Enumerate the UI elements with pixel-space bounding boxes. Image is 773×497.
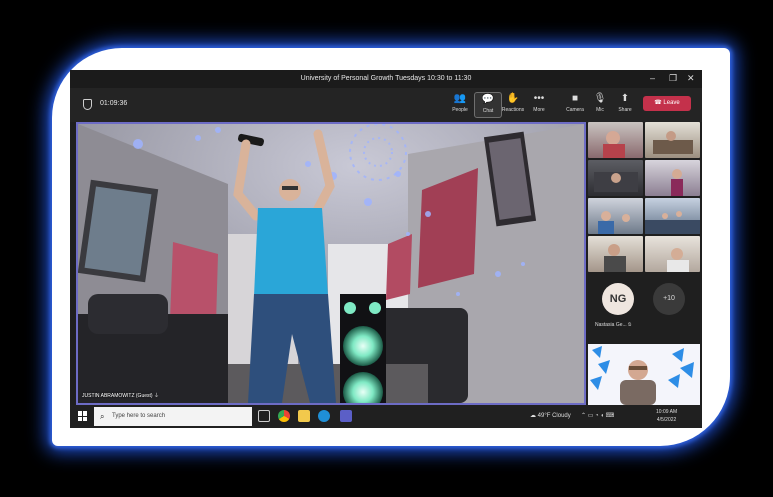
mic-muted-icon: ⍉ [628, 322, 632, 328]
reactions-icon: ✋ [506, 93, 520, 104]
participant-avatar[interactable]: NG [602, 283, 634, 315]
more-icon: ••• [533, 93, 545, 104]
share-icon: ⬆ [620, 93, 630, 104]
participant-tile[interactable] [645, 198, 700, 234]
edge-icon[interactable] [318, 410, 330, 422]
mic-label: Mic [596, 107, 604, 113]
cloud-icon: ☁ [530, 413, 538, 419]
volume-icon[interactable]: ◖ [600, 413, 604, 419]
mic-icon: ⏚ [153, 393, 159, 399]
clock-date: 4/5/2022 [656, 417, 677, 423]
more-participants-button[interactable]: +10 [653, 283, 685, 315]
participant-video [598, 211, 630, 234]
share-label: Share [618, 107, 632, 113]
shield-icon [83, 99, 92, 110]
participant-video [653, 131, 693, 154]
chat-icon: 💬 [481, 94, 495, 105]
people-icon: 👥 [453, 93, 467, 104]
meeting-toolbar: 01:09:36 👥 People 💬 Chat ✋ Reactions •••… [70, 88, 702, 122]
participant-tile[interactable] [645, 160, 700, 196]
participant-video [594, 172, 638, 192]
meeting-timer: 01:09:36 [100, 100, 128, 107]
stage: University of Personal Growth Tuesdays 1… [0, 0, 773, 497]
participant-tile[interactable] [588, 198, 643, 234]
participant-name: Nastasia Ge... ⍉ [595, 322, 631, 328]
participant-tile[interactable] [645, 236, 700, 272]
chevron-up-icon[interactable]: ⌃ [581, 413, 586, 419]
camera-button[interactable]: ■ Camera [561, 92, 589, 118]
camera-icon: ■ [571, 93, 579, 104]
speaker-name: JUSTIN ABRAMOWITZ (Guest) [82, 393, 153, 399]
people-button[interactable]: 👥 People [446, 92, 474, 118]
reactions-button[interactable]: ✋ Reactions [499, 92, 527, 118]
participant-tile[interactable] [588, 236, 643, 272]
camera-label: Camera [566, 107, 584, 113]
self-view-video[interactable] [588, 344, 700, 405]
participant-video [603, 131, 625, 158]
search-placeholder: Type here to search [112, 413, 166, 419]
teams-icon[interactable] [340, 410, 352, 422]
participant-gallery: NG Nastasia Ge... ⍉ +10 [587, 122, 702, 405]
participant-tile[interactable] [588, 122, 643, 158]
people-label: People [452, 107, 468, 113]
participant-tile[interactable] [645, 122, 700, 158]
windows-taskbar: ⌕ Type here to search ☁ 49°F Cloudy ⌃ ▭ … [70, 405, 702, 428]
task-view-icon[interactable] [258, 410, 270, 422]
participant-video [645, 211, 700, 234]
maximize-icon[interactable]: ❐ [669, 73, 677, 84]
mic-off-icon: 🎙 [593, 93, 607, 104]
participant-name-text: Nastasia Ge... [595, 322, 627, 328]
taskbar-clock[interactable]: 10:09 AM 4/5/2022 [656, 408, 677, 424]
reactions-label: Reactions [501, 107, 525, 113]
leave-label: Leave [663, 100, 680, 106]
chat-button[interactable]: 💬 Chat [474, 92, 502, 118]
clock-time: 10:09 AM [656, 409, 678, 415]
close-icon[interactable]: ✕ [687, 73, 695, 84]
speaker-video-feed [78, 124, 584, 403]
keyboard-icon[interactable]: ⌨ [606, 413, 615, 419]
leave-button[interactable]: ☎ Leave [643, 96, 691, 111]
wifi-icon[interactable]: ◔ [595, 413, 599, 419]
file-explorer-icon[interactable] [298, 410, 310, 422]
self-view-feed [588, 344, 700, 405]
chat-label: Chat [482, 108, 494, 114]
system-tray: ⌃ ▭ ◔ ◖ ⌨ [581, 412, 614, 419]
more-button[interactable]: ••• More [525, 92, 553, 118]
participant-tile[interactable] [588, 160, 643, 196]
minimize-icon[interactable]: – [650, 73, 655, 83]
teams-meeting-window: University of Personal Growth Tuesdays 1… [70, 70, 702, 428]
speaker-name-label: JUSTIN ABRAMOWITZ (Guest) ⏚ [82, 392, 159, 399]
share-button[interactable]: ⬆ Share [611, 92, 639, 118]
participant-video [667, 248, 689, 272]
taskbar-search-box[interactable]: ⌕ Type here to search [94, 407, 252, 426]
participant-video [604, 244, 626, 272]
network-icon[interactable]: ▭ [588, 413, 594, 419]
title-bar: University of Personal Growth Tuesdays 1… [70, 70, 702, 88]
weather-widget[interactable]: ☁ 49°F Cloudy [530, 412, 571, 419]
active-speaker-video[interactable]: JUSTIN ABRAMOWITZ (Guest) ⏚ [76, 122, 586, 405]
chrome-icon[interactable] [278, 410, 290, 422]
mic-button[interactable]: 🎙 Mic [586, 92, 614, 118]
participant-video [671, 169, 683, 196]
windows-start-icon[interactable] [78, 411, 88, 421]
search-icon: ⌕ [100, 412, 105, 421]
window-title: University of Personal Growth Tuesdays 1… [300, 75, 472, 82]
more-label: More [533, 107, 545, 113]
weather-text: 49°F Cloudy [537, 413, 571, 419]
